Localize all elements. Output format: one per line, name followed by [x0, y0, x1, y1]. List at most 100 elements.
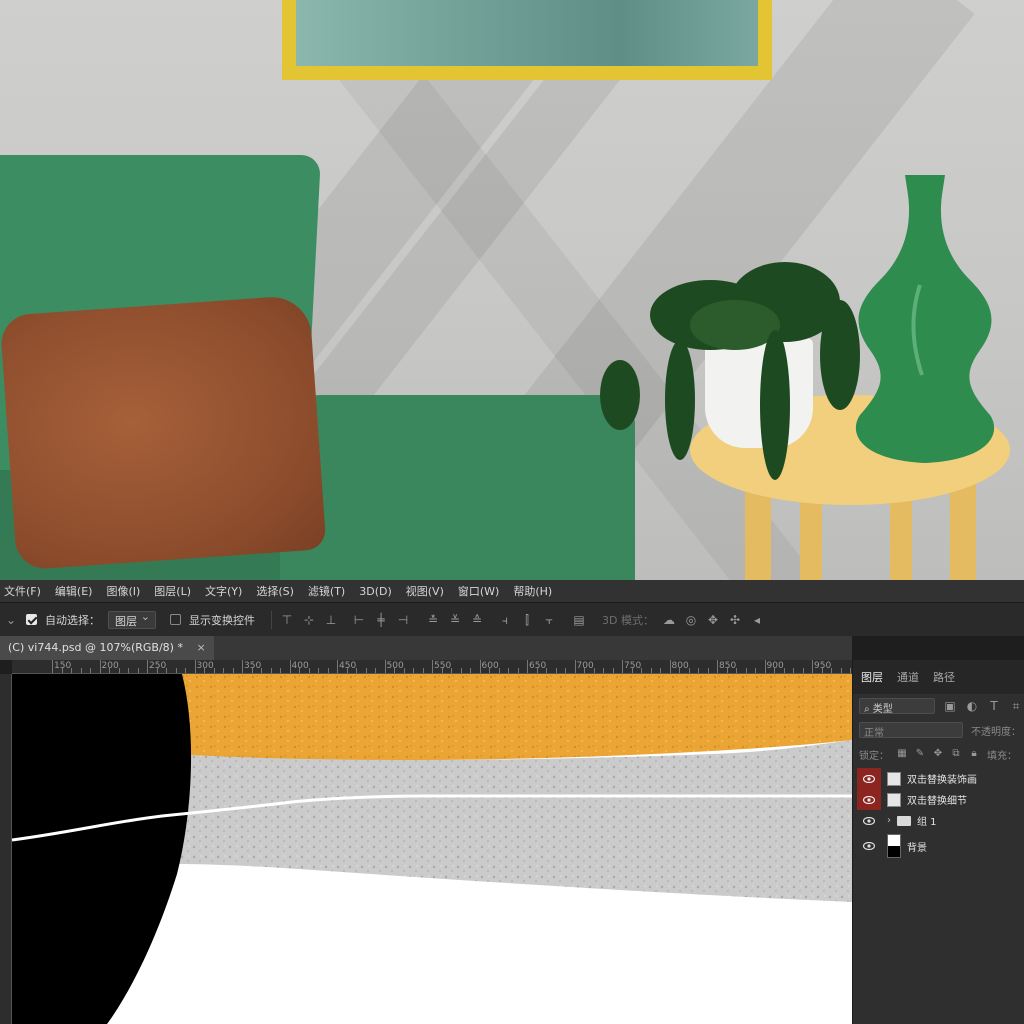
3d-orbit-icon[interactable]: ☁ — [662, 613, 676, 627]
tab-channels[interactable]: 通道 — [897, 669, 919, 685]
ruler-tick — [736, 668, 737, 673]
ruler-tick — [71, 668, 72, 673]
align-left-icon[interactable]: ⊢ — [352, 613, 366, 627]
menu-view[interactable]: 视图(V) — [406, 583, 444, 599]
lock-paint-icon[interactable]: ✎ — [915, 747, 925, 761]
menu-window[interactable]: 窗口(W) — [458, 583, 499, 599]
visibility-toggle[interactable] — [857, 810, 881, 831]
layer-name: 组 1 — [917, 817, 937, 828]
eye-icon — [862, 814, 876, 828]
menu-3d[interactable]: 3D(D) — [359, 585, 392, 598]
lock-transparent-icon[interactable]: ▦ — [897, 747, 907, 761]
lock-all-icon[interactable]: 🔒︎ — [969, 747, 979, 761]
ruler-tick — [280, 668, 281, 673]
filter-shape-icon[interactable]: ⌗ — [1009, 699, 1023, 713]
auto-select-dropdown[interactable]: 图层 — [108, 610, 156, 629]
document-tab[interactable]: (C) vi744.psd @ 107%(RGB/8) * × — [0, 636, 214, 660]
auto-align-icon[interactable]: ▤ — [572, 613, 586, 627]
filter-pixel-icon[interactable]: ▣ — [943, 699, 957, 713]
chevron-right-icon[interactable]: › — [887, 815, 891, 826]
lock-artboard-icon[interactable]: ⧉ — [951, 747, 961, 761]
visibility-toggle[interactable] — [857, 789, 881, 810]
ruler-tick — [812, 660, 813, 673]
ruler-tick — [527, 660, 528, 673]
distribute-top-icon[interactable]: ≛ — [426, 613, 440, 627]
ruler-label: 150 — [54, 661, 72, 671]
blend-mode-dropdown[interactable]: 正常 — [859, 722, 963, 739]
distribute-right-icon[interactable]: ⫟ — [542, 613, 556, 627]
ruler-tick — [128, 668, 129, 673]
3d-slide-icon[interactable]: ✣ — [728, 613, 742, 627]
layer-name: 背景 — [907, 842, 927, 854]
ruler-tick — [745, 668, 747, 673]
close-icon[interactable]: × — [196, 641, 205, 654]
align-bottom-icon[interactable]: ⊥ — [324, 613, 338, 627]
ruler-tick — [726, 668, 728, 673]
layer-filter-dropdown[interactable]: ⌕ 类型 — [859, 698, 935, 715]
document-canvas[interactable] — [12, 674, 852, 1024]
show-transform-checkbox[interactable] — [170, 614, 181, 625]
menu-filter[interactable]: 滤镜(T) — [308, 583, 345, 599]
3d-roll-icon[interactable]: ◎ — [684, 613, 698, 627]
ruler-tick — [356, 668, 357, 673]
ruler-tick — [289, 660, 291, 673]
ruler-label: 300 — [196, 661, 214, 671]
layers-panel: 图层 通道 路径 ⌕ 类型 ▣ ◐ T ⌗ 正常 不透明度： 锁定： ▦ ✎ ✥… — [852, 660, 1024, 1024]
layer-row[interactable]: 双击替换细节 — [853, 789, 1024, 810]
ruler-label: 800 — [671, 661, 689, 671]
ruler-tick — [204, 668, 205, 673]
ruler-tick — [451, 668, 452, 673]
lock-row: 锁定： ▦ ✎ ✥ ⧉ 🔒︎ 填充： — [853, 742, 1024, 766]
menu-image[interactable]: 图像(I) — [106, 583, 140, 599]
ruler-label: 400 — [291, 661, 309, 671]
distribute-vcenter-icon[interactable]: ≚ — [448, 613, 462, 627]
filter-type-icon[interactable]: T — [987, 699, 1001, 713]
ruler-tick — [660, 668, 661, 673]
ruler-tick — [850, 668, 851, 673]
ruler-tick — [612, 668, 614, 673]
lock-move-icon[interactable]: ✥ — [933, 747, 943, 761]
ruler-tick — [489, 668, 490, 673]
align-top-icon[interactable]: ⊤ — [280, 613, 294, 627]
layer-row[interactable]: 背景 — [853, 831, 1024, 861]
ruler-label: 500 — [386, 661, 404, 671]
layer-row[interactable]: › 组 1 — [853, 810, 1024, 831]
menu-file[interactable]: 文件(F) — [4, 583, 41, 599]
menu-help[interactable]: 帮助(H) — [513, 583, 552, 599]
menu-type[interactable]: 文字(Y) — [205, 583, 242, 599]
distribute-hcenter-icon[interactable]: ⫿ — [520, 613, 534, 627]
ruler-label: 600 — [481, 661, 499, 671]
ruler-tick — [574, 660, 576, 673]
canvas-artwork — [12, 674, 852, 1024]
align-hcenter-icon[interactable]: ╪ — [374, 613, 388, 627]
tab-layers[interactable]: 图层 — [861, 669, 883, 685]
filter-adjustment-icon[interactable]: ◐ — [965, 699, 979, 713]
ruler-label: 200 — [101, 661, 119, 671]
ruler-tick — [802, 668, 804, 673]
tab-paths[interactable]: 路径 — [933, 669, 955, 685]
align-vcenter-icon[interactable]: ⊹ — [302, 613, 316, 627]
distribute-bottom-icon[interactable]: ≙ — [470, 613, 484, 627]
ruler-tick — [679, 668, 680, 673]
3d-camera-icon[interactable]: ◂ — [750, 613, 764, 627]
ruler-tick — [793, 668, 794, 673]
ruler-tick — [137, 668, 139, 673]
menu-edit[interactable]: 编辑(E) — [55, 583, 93, 599]
layer-row[interactable]: 双击替换装饰画 — [853, 768, 1024, 789]
menu-select[interactable]: 选择(S) — [256, 583, 294, 599]
visibility-toggle[interactable] — [857, 836, 881, 857]
auto-select-checkbox[interactable] — [26, 614, 37, 625]
ruler-tick — [650, 668, 652, 673]
panel-tabs: 图层 通道 路径 — [853, 660, 1024, 694]
ruler-tick — [688, 668, 690, 673]
ruler-tick — [821, 668, 823, 673]
tool-preset-chevron-icon[interactable]: ⌄ — [4, 613, 18, 627]
3d-pan-icon[interactable]: ✥ — [706, 613, 720, 627]
distribute-left-icon[interactable]: ⫞ — [498, 613, 512, 627]
menu-layer[interactable]: 图层(L) — [154, 583, 191, 599]
eye-icon — [862, 793, 876, 807]
ruler-label: 900 — [766, 661, 784, 671]
ruler-tick — [394, 668, 395, 673]
visibility-toggle[interactable] — [857, 768, 881, 789]
align-right-icon[interactable]: ⊣ — [396, 613, 410, 627]
